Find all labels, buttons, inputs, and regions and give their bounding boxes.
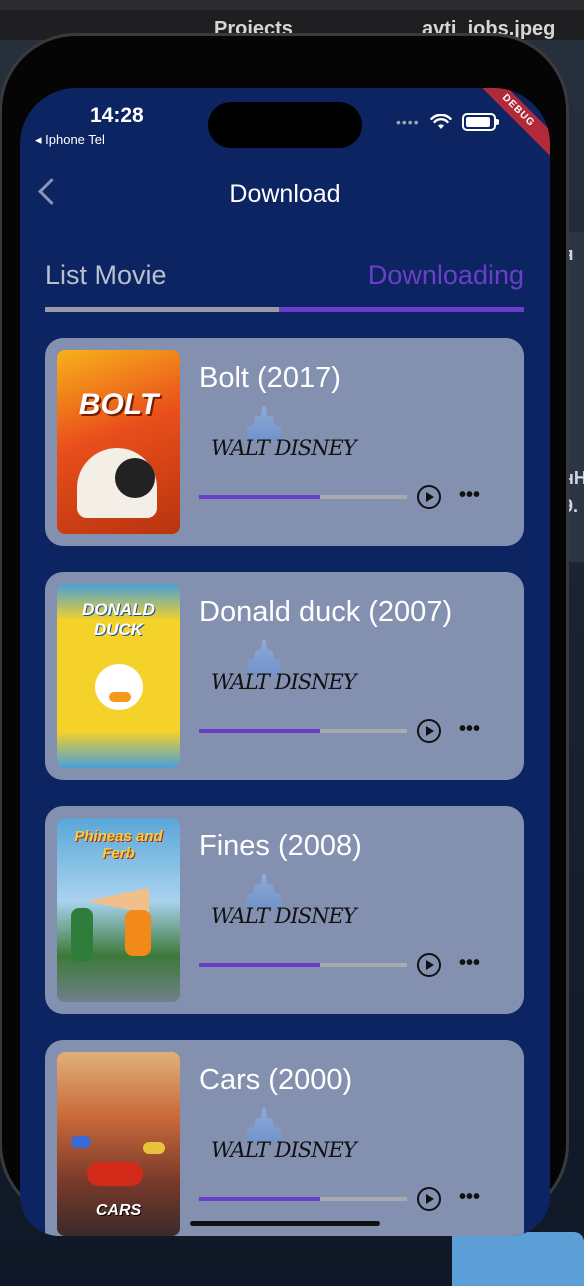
tab-list-movie[interactable]: List Movie: [45, 260, 167, 291]
studio-logo: WALT DISNEY: [211, 874, 357, 936]
play-circle-icon[interactable]: [417, 719, 441, 743]
poster-title: DONALD DUCK: [82, 600, 155, 639]
battery-icon: [461, 113, 499, 131]
more-horizontal-icon[interactable]: •••: [459, 1186, 480, 1209]
more-horizontal-icon[interactable]: •••: [459, 484, 480, 507]
progress-fill: [199, 1197, 320, 1201]
play-circle-icon[interactable]: [417, 953, 441, 977]
desktop-strip: [0, 0, 584, 10]
app-screen: 14:28 ◂ Iphone Tel •••• DEBUG Download L…: [20, 88, 550, 1236]
studio-logo: WALT DISNEY: [211, 1108, 357, 1170]
tab-indicator-active: [279, 307, 524, 312]
poster-title: Phineas and Ferb: [74, 828, 163, 862]
studio-logo: WALT DISNEY: [211, 406, 357, 468]
play-circle-icon[interactable]: [417, 485, 441, 509]
tab-downloading[interactable]: Downloading: [368, 260, 524, 291]
phone-frame: 14:28 ◂ Iphone Tel •••• DEBUG Download L…: [2, 36, 566, 1236]
status-icons: ••••: [396, 112, 499, 132]
poster-title: CARS: [95, 1202, 142, 1219]
castle-icon: [247, 640, 281, 674]
download-card[interactable]: Phineas and Ferb Fines (2008) WALT DISNE…: [45, 806, 524, 1014]
progress-fill: [199, 729, 320, 733]
signal-icon: ••••: [396, 114, 420, 130]
page-title: Download: [229, 180, 341, 208]
progress-fill: [199, 495, 320, 499]
side-panel-text-2: нН: [563, 468, 584, 488]
status-carrier[interactable]: ◂ Iphone Tel: [35, 132, 105, 148]
studio-text: WALT DISNEY: [211, 670, 357, 694]
movie-poster: BOLT: [57, 350, 180, 534]
desktop-menubar: Projects avti_jobs.jpeg: [0, 0, 584, 40]
studio-text: WALT DISNEY: [211, 904, 357, 928]
dynamic-island: [208, 102, 362, 148]
home-indicator[interactable]: [190, 1221, 380, 1226]
castle-icon: [247, 406, 281, 440]
movie-title: Bolt (2017): [199, 362, 341, 394]
status-time: 14:28: [90, 104, 144, 127]
castle-icon: [247, 1108, 281, 1142]
folder-icon[interactable]: [452, 1232, 584, 1286]
movie-poster: CARS: [57, 1052, 180, 1236]
studio-text: WALT DISNEY: [211, 436, 357, 460]
studio-text: WALT DISNEY: [211, 1138, 357, 1162]
download-card[interactable]: BOLT Bolt (2017) WALT DISNEY •••: [45, 338, 524, 546]
castle-icon: [247, 874, 281, 908]
download-progress: [199, 1197, 407, 1201]
download-progress: [199, 729, 407, 733]
studio-logo: WALT DISNEY: [211, 640, 357, 702]
download-progress: [199, 963, 407, 967]
play-circle-icon[interactable]: [417, 1187, 441, 1211]
more-horizontal-icon[interactable]: •••: [459, 718, 480, 741]
movie-poster: Phineas and Ferb: [57, 818, 180, 1002]
more-horizontal-icon[interactable]: •••: [459, 952, 480, 975]
download-progress: [199, 495, 407, 499]
movie-title: Fines (2008): [199, 830, 362, 862]
progress-fill: [199, 963, 320, 967]
movie-title: Cars (2000): [199, 1064, 353, 1096]
download-card[interactable]: CARS Cars (2000) WALT DISNEY •••: [45, 1040, 524, 1236]
download-card[interactable]: DONALD DUCK Donald duck (2007) WALT DISN…: [45, 572, 524, 780]
movie-poster: DONALD DUCK: [57, 584, 180, 768]
wifi-icon: [429, 114, 452, 129]
movie-title: Donald duck (2007): [199, 596, 453, 628]
poster-title: BOLT: [78, 388, 159, 421]
